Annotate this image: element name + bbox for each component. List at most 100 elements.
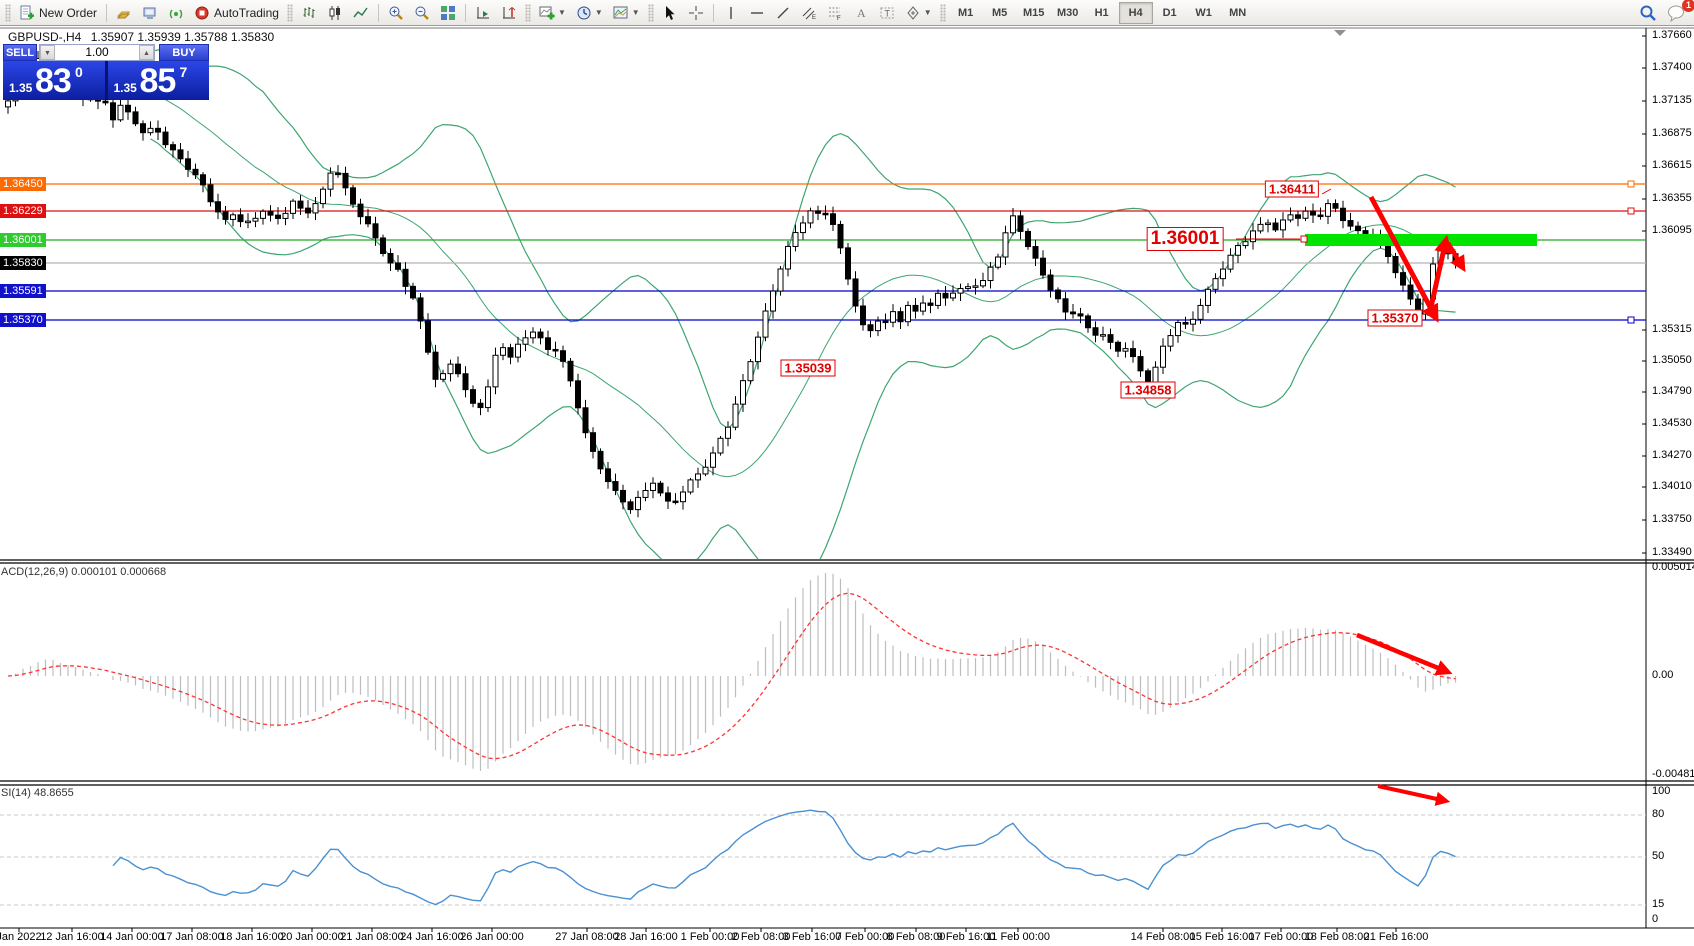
- candle-body: [703, 467, 708, 474]
- search-button[interactable]: [1634, 1, 1662, 25]
- time-axis-label: 12 Jan 16:00: [40, 931, 104, 943]
- sell-price-display[interactable]: 1.35 83 0: [3, 61, 105, 100]
- trendline-button[interactable]: [770, 1, 796, 25]
- timeframe-d1-button[interactable]: D1: [1153, 2, 1187, 24]
- price-axis-tick: 1.36095: [1652, 224, 1692, 236]
- candle-body: [178, 150, 183, 159]
- candle-body: [553, 349, 558, 351]
- toolbar-grip[interactable]: [940, 4, 946, 22]
- candle-body: [1138, 357, 1143, 371]
- toolbar-grip[interactable]: [525, 4, 531, 22]
- price-axis-tick: 1.35050: [1652, 354, 1692, 366]
- macd-signal-line: [8, 593, 1456, 759]
- chart-canvas[interactable]: [0, 26, 1694, 946]
- price-callout-1.36001[interactable]: 1.36001: [1147, 227, 1224, 251]
- volume-decrease-button[interactable]: ▼: [40, 45, 55, 60]
- candlestick-chart-button[interactable]: [322, 1, 348, 25]
- sell-button[interactable]: SELL: [3, 44, 37, 61]
- time-axis-label: 21 Jan 08:00: [340, 931, 404, 943]
- templates-button[interactable]: ▼: [608, 1, 645, 25]
- line-handle[interactable]: [1628, 181, 1634, 187]
- market-watch-button[interactable]: [111, 1, 137, 25]
- chart-shift-marker[interactable]: [1334, 30, 1346, 36]
- candle-body: [786, 246, 791, 269]
- time-axis-label: 15 Feb 16:00: [1190, 931, 1255, 943]
- red-arrow-1[interactable]: [1371, 197, 1436, 318]
- auto-scroll-button[interactable]: [470, 1, 496, 25]
- text-button[interactable]: A: [848, 1, 874, 25]
- candle-body: [951, 293, 956, 298]
- candle-body: [1326, 204, 1331, 217]
- toolbar-grip[interactable]: [648, 4, 654, 22]
- zoom-out-button[interactable]: [409, 1, 435, 25]
- chat-button[interactable]: 1: [1662, 1, 1692, 25]
- red-arrow-5[interactable]: [1378, 786, 1446, 801]
- text-label-button[interactable]: T: [874, 1, 900, 25]
- timeframe-mn-button[interactable]: MN: [1221, 2, 1255, 24]
- buy-price-display[interactable]: 1.35 85 7: [108, 61, 210, 100]
- bollinger-middle-band: [151, 95, 1456, 477]
- new-chart-button[interactable]: ▼: [534, 1, 571, 25]
- support-zone-highlight[interactable]: [1305, 234, 1537, 246]
- timeframe-h4-button[interactable]: H4: [1119, 2, 1153, 24]
- sell-price-big: 83: [35, 62, 71, 100]
- price-callout-1.35370[interactable]: 1.35370: [1368, 310, 1423, 327]
- timeframe-h1-button[interactable]: H1: [1085, 2, 1119, 24]
- candle-body: [928, 303, 933, 305]
- red-arrow-4[interactable]: [1357, 635, 1448, 672]
- bar-chart-button[interactable]: [296, 1, 322, 25]
- timeframe-m5-button[interactable]: M5: [983, 2, 1017, 24]
- crosshair-button[interactable]: [683, 1, 709, 25]
- line-chart-icon: [353, 5, 369, 21]
- zoom-in-button[interactable]: [383, 1, 409, 25]
- candle-body: [1288, 215, 1293, 220]
- chart-area[interactable]: GBPUSD-,H4 1.35907 1.35939 1.35788 1.358…: [0, 26, 1694, 946]
- line-chart-button[interactable]: [348, 1, 374, 25]
- tile-windows-button[interactable]: [435, 1, 461, 25]
- arrows-button[interactable]: ▼: [900, 1, 937, 25]
- timeframe-m1-button[interactable]: M1: [949, 2, 983, 24]
- candle-body: [156, 128, 161, 132]
- chart-shift-button[interactable]: [496, 1, 522, 25]
- timeframe-w1-button[interactable]: W1: [1187, 2, 1221, 24]
- line-handle[interactable]: [1628, 317, 1634, 323]
- volume-input[interactable]: 1.00: [55, 45, 139, 60]
- candle-body: [673, 501, 678, 503]
- time-axis-label: 26 Jan 00:00: [460, 931, 524, 943]
- price-callout-1.35039[interactable]: 1.35039: [781, 360, 836, 377]
- price-callout-1.34858[interactable]: 1.34858: [1121, 382, 1176, 399]
- price-axis-tick: 1.35315: [1652, 323, 1692, 335]
- horizontal-line-button[interactable]: [744, 1, 770, 25]
- price-callout-1.36411[interactable]: 1.36411: [1265, 181, 1319, 198]
- periods-button[interactable]: ▼: [571, 1, 608, 25]
- volume-increase-button[interactable]: ▲: [139, 45, 154, 60]
- equidistant-channel-button[interactable]: E: [796, 1, 822, 25]
- toolbar-grip[interactable]: [287, 4, 293, 22]
- horizontal-line-icon: [749, 5, 765, 21]
- candle-body: [238, 215, 243, 222]
- vertical-line-icon: [723, 5, 739, 21]
- cursor-button[interactable]: [657, 1, 683, 25]
- fibonacci-button[interactable]: F: [822, 1, 848, 25]
- autotrading-button[interactable]: AutoTrading: [189, 1, 284, 25]
- timeframe-m15-button[interactable]: M15: [1017, 2, 1051, 24]
- candle-body: [531, 332, 536, 338]
- signals-button[interactable]: [163, 1, 189, 25]
- timeframe-m30-button[interactable]: M30: [1051, 2, 1085, 24]
- time-axis-label: 21 Feb 16:00: [1364, 931, 1429, 943]
- candle-body: [801, 223, 806, 233]
- candle-body: [1041, 258, 1046, 275]
- candle-body: [276, 215, 281, 218]
- candle-body: [1318, 215, 1323, 217]
- new-order-button[interactable]: New Order: [14, 1, 102, 25]
- vertical-line-button[interactable]: [718, 1, 744, 25]
- candle-body: [966, 287, 971, 289]
- toolbar-grip[interactable]: [5, 4, 11, 22]
- macd-axis-tick: 0.00: [1652, 669, 1673, 681]
- candle-body: [1176, 322, 1181, 335]
- buy-button[interactable]: BUY: [159, 44, 209, 61]
- candle-body: [883, 321, 888, 323]
- terminal-button[interactable]: [137, 1, 163, 25]
- candle-body: [1123, 349, 1128, 352]
- line-handle[interactable]: [1628, 208, 1634, 214]
